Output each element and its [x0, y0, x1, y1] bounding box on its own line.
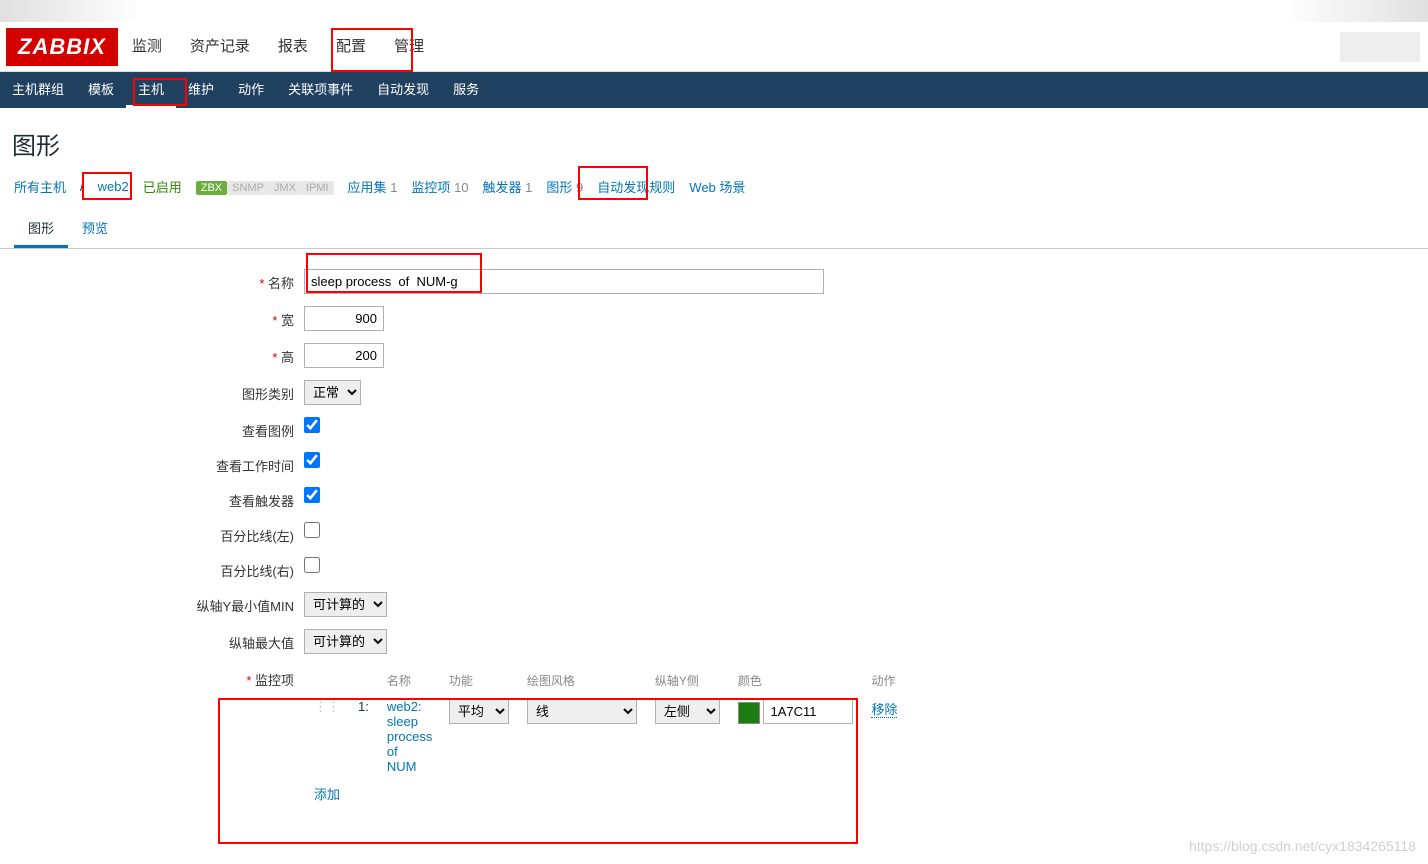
cb-legend[interactable] — [304, 417, 320, 433]
add-item-link[interactable]: 添加 — [314, 787, 340, 802]
badge-jmx: JMX — [269, 181, 301, 195]
items-link[interactable]: 监控项 — [411, 180, 450, 195]
search-box[interactable] — [1340, 32, 1420, 62]
th-color: 颜色 — [730, 668, 862, 693]
select-ymin[interactable]: 可计算的 — [304, 592, 387, 617]
select-yaxis[interactable]: 左侧 — [655, 699, 720, 724]
subnav-templates[interactable]: 模板 — [76, 72, 126, 108]
tab-graph[interactable]: 图形 — [14, 210, 68, 248]
label-type: 图形类别 — [14, 380, 304, 403]
apps-count: 1 — [390, 180, 397, 195]
triggers-link[interactable]: 触发器 — [483, 180, 522, 195]
label-height: 高 — [14, 343, 304, 366]
input-height[interactable] — [304, 343, 384, 368]
triggers-count: 1 — [525, 180, 532, 195]
row-index: 1: — [350, 695, 377, 778]
label-legend: 查看图例 — [14, 417, 304, 440]
graphs-count: 9 — [576, 180, 583, 195]
th-func: 功能 — [441, 668, 517, 693]
enabled-label: 已启用 — [143, 177, 182, 196]
main-nav: ZABBIX 监测 资产记录 报表 配置 管理 — [0, 22, 1428, 72]
sub-nav: 主机群组 模板 主机 维护 动作 关联项事件 自动发现 服务 — [0, 72, 1428, 108]
nav-reports[interactable]: 报表 — [264, 22, 322, 72]
nav-admin[interactable]: 管理 — [380, 22, 438, 72]
th-action: 动作 — [863, 668, 905, 693]
remove-link[interactable]: 移除 — [871, 702, 897, 718]
subnav-maintenance[interactable]: 维护 — [176, 72, 226, 108]
items-count: 10 — [454, 180, 468, 195]
graph-form: 名称 宽 高 图形类别 正常 查看图例 查看工作时间 查看触发器 百分比线(左)… — [0, 249, 1428, 841]
subnav-actions[interactable]: 动作 — [226, 72, 276, 108]
cb-pctleft[interactable] — [304, 522, 320, 538]
badge-ipmi: IPMI — [301, 181, 334, 195]
subnav-services[interactable]: 服务 — [441, 72, 491, 108]
nav-config[interactable]: 配置 — [322, 22, 380, 72]
input-color[interactable] — [763, 699, 853, 724]
label-ymax: 纵轴最大值 — [14, 629, 304, 652]
page-title: 图形 — [0, 108, 1428, 167]
label-items: 监控项 — [14, 666, 304, 689]
form-tabs: 图形 预览 — [0, 210, 1428, 249]
subnav-discovery[interactable]: 自动发现 — [365, 72, 441, 108]
items-table: 名称 功能 绘图风格 纵轴Y侧 颜色 动作 ⋮⋮ 1: web2: sleep … — [304, 666, 907, 809]
th-name: 名称 — [379, 668, 439, 693]
label-pctleft: 百分比线(左) — [14, 522, 304, 545]
host-bar: 所有主机 / web2 已启用 ZBXSNMPJMXIPMI 应用集 1 监控项… — [0, 167, 1428, 206]
subnav-hostgroups[interactable]: 主机群组 — [0, 72, 76, 108]
drag-handle-icon[interactable]: ⋮⋮ — [314, 699, 340, 714]
th-yaxis: 纵轴Y侧 — [647, 668, 728, 693]
web-link[interactable]: Web 场景 — [689, 177, 745, 196]
watermark: https://blog.csdn.net/cyx1834265118 — [1189, 838, 1416, 854]
input-width[interactable] — [304, 306, 384, 331]
discovery-link[interactable]: 自动发现规则 — [597, 177, 675, 196]
select-ymax[interactable]: 可计算的 — [304, 629, 387, 654]
breadcrumb-sep: / — [80, 179, 84, 194]
cb-pctright[interactable] — [304, 557, 320, 573]
host-link[interactable]: web2 — [98, 179, 129, 194]
color-swatch[interactable] — [738, 702, 760, 724]
table-row: ⋮⋮ 1: web2: sleep process of NUM 平均 线 左侧… — [306, 695, 905, 778]
select-func[interactable]: 平均 — [449, 699, 509, 724]
all-hosts-link[interactable]: 所有主机 — [14, 177, 66, 196]
label-triggers: 查看触发器 — [14, 487, 304, 510]
label-ymin: 纵轴Y最小值MIN — [14, 592, 304, 615]
label-width: 宽 — [14, 306, 304, 329]
nav-monitor[interactable]: 监测 — [118, 22, 176, 72]
subnav-correlation[interactable]: 关联项事件 — [276, 72, 365, 108]
cb-triggers[interactable] — [304, 487, 320, 503]
label-worktime: 查看工作时间 — [14, 452, 304, 475]
graphs-link[interactable]: 图形 — [546, 180, 572, 195]
select-style[interactable]: 线 — [527, 699, 637, 724]
item-name-link[interactable]: web2: sleep process of NUM — [387, 699, 433, 774]
badge-zbx: ZBX — [196, 181, 227, 195]
tab-preview[interactable]: 预览 — [68, 210, 122, 248]
nav-inventory[interactable]: 资产记录 — [176, 22, 264, 72]
label-name: 名称 — [14, 269, 304, 292]
label-pctright: 百分比线(右) — [14, 557, 304, 580]
input-name[interactable] — [304, 269, 824, 294]
select-type[interactable]: 正常 — [304, 380, 361, 405]
browser-strip — [0, 0, 1428, 22]
th-style: 绘图风格 — [519, 668, 645, 693]
apps-link[interactable]: 应用集 — [348, 180, 387, 195]
subnav-hosts[interactable]: 主机 — [126, 72, 176, 108]
cb-worktime[interactable] — [304, 452, 320, 468]
badge-snmp: SNMP — [227, 181, 269, 195]
logo: ZABBIX — [6, 28, 118, 66]
